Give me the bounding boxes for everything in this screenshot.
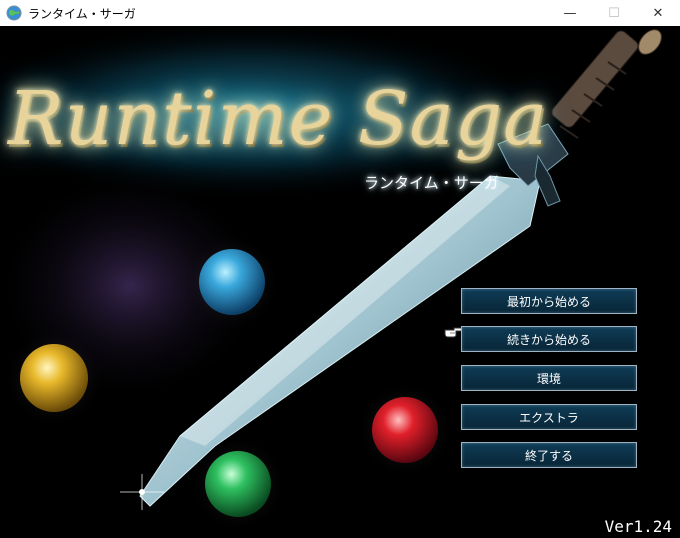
options-button[interactable]: 環境	[461, 365, 637, 391]
minimize-button[interactable]: —	[548, 0, 592, 26]
game-window: ランタイム・サーガ — ☐ ✕ Runtime Saga ランタイム・サーガ 最…	[0, 0, 680, 538]
extra-button[interactable]: エクストラ	[461, 404, 637, 430]
game-subtitle: ランタイム・サーガ	[364, 174, 499, 192]
orb-red	[357, 382, 453, 478]
window-controls: — ☐ ✕	[548, 0, 680, 26]
orb-green	[190, 436, 286, 532]
window-title: ランタイム・サーガ	[28, 6, 136, 21]
orb-yellow	[4, 328, 104, 428]
game-screen[interactable]: Runtime Saga ランタイム・サーガ 最初から始める 続きから始める 環…	[0, 26, 680, 538]
close-icon: ✕	[652, 5, 664, 21]
title-bar[interactable]: ランタイム・サーガ — ☐ ✕	[0, 0, 680, 26]
maximize-icon: ☐	[608, 5, 620, 21]
version-label: Ver1.24	[604, 517, 672, 536]
new-game-button[interactable]: 最初から始める	[461, 288, 637, 314]
exit-button[interactable]: 終了する	[461, 442, 637, 468]
orb-blue	[184, 234, 280, 330]
globe-icon	[6, 5, 22, 21]
minimize-icon: —	[563, 5, 577, 21]
game-logo: Runtime Saga	[8, 76, 549, 162]
continue-button[interactable]: 続きから始める	[461, 326, 637, 352]
maximize-button[interactable]: ☐	[592, 0, 636, 26]
close-button[interactable]: ✕	[636, 0, 680, 26]
